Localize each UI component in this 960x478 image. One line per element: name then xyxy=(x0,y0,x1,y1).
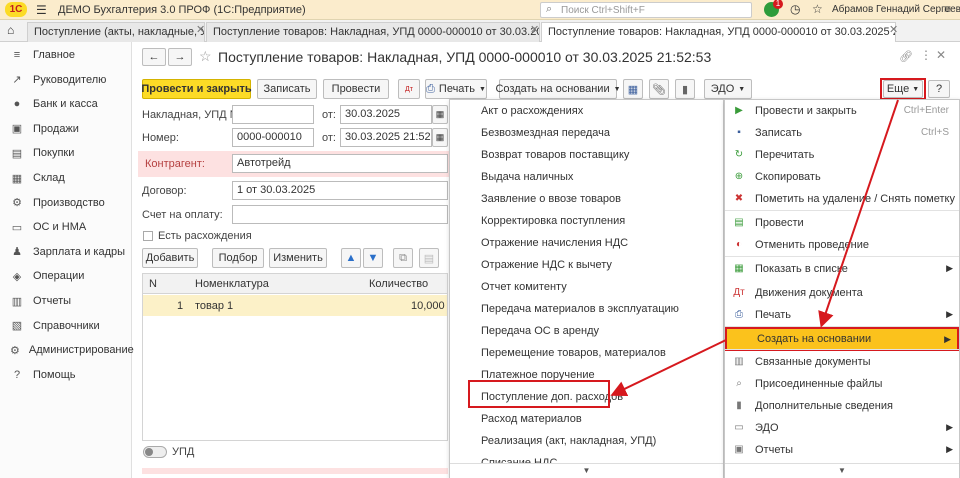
annotation-arrows xyxy=(610,99,899,396)
arrow-more-to-create xyxy=(818,99,899,328)
arrow-create-to-item xyxy=(610,339,727,396)
